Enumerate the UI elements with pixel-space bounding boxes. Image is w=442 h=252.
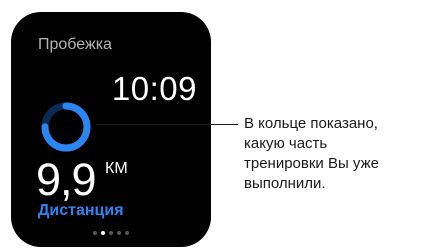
- callout-text: В кольце показано, какую часть тренировк…: [244, 115, 379, 192]
- distance-unit: КМ: [105, 160, 128, 177]
- metric-label: Дистанция: [38, 202, 124, 219]
- page-dot[interactable]: [93, 231, 97, 235]
- callout-leader-line: [96, 124, 238, 125]
- progress-ring-graphic: [41, 102, 91, 152]
- page-dot[interactable]: [101, 231, 105, 235]
- distance-value: 9,9: [36, 154, 97, 205]
- workout-progress-ring: [39, 100, 93, 154]
- distance-metric: 9,9 КМ: [36, 157, 128, 203]
- watch-screen: Пробежка 10:09 9,9 КМ Дистанция: [11, 12, 211, 247]
- page-dot[interactable]: [109, 231, 113, 235]
- workout-title: Пробежка: [38, 36, 112, 53]
- page-indicator[interactable]: [11, 228, 211, 238]
- clock-time: 10:09: [111, 70, 197, 107]
- page-dot[interactable]: [125, 231, 129, 235]
- page-dot[interactable]: [117, 231, 121, 235]
